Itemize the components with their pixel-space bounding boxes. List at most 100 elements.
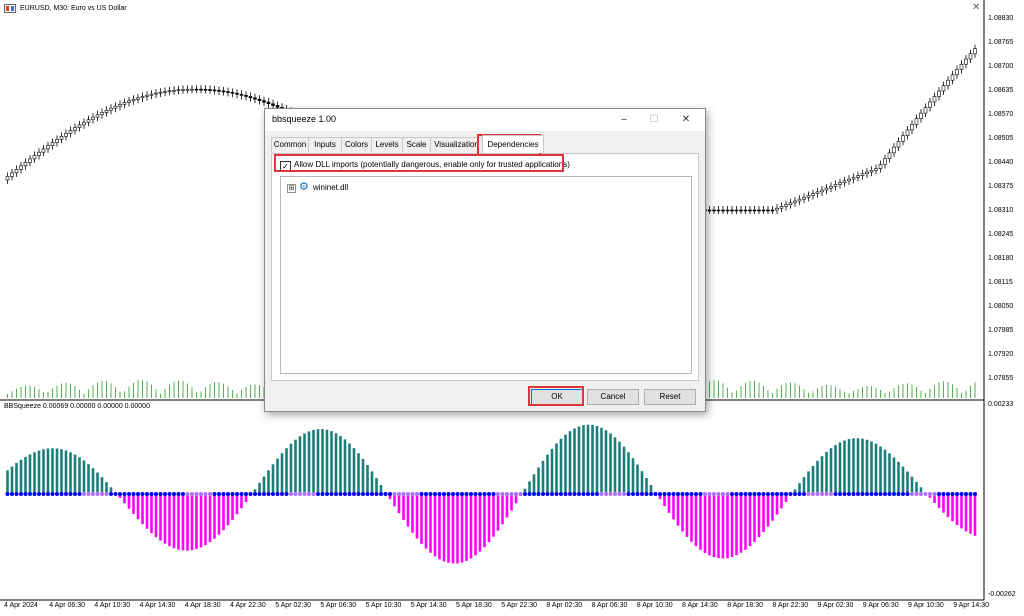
candle-body — [104, 109, 109, 113]
squeeze-dot — [919, 492, 923, 496]
squeeze-dot — [586, 492, 590, 496]
squeeze-dot — [572, 492, 577, 496]
candle-body — [226, 91, 230, 93]
squeeze-dot — [653, 492, 658, 496]
candle-body — [779, 206, 784, 209]
dialog-titlebar[interactable]: bbsqueeze 1.00 – ☐ ✕ — [265, 109, 705, 131]
squeeze-dot — [698, 492, 703, 496]
squeeze-dot — [194, 492, 199, 496]
squeeze-dot — [172, 492, 176, 496]
squeeze-dot — [473, 492, 478, 496]
squeeze-dot — [266, 492, 271, 496]
allow-dll-checkbox[interactable]: ✓ — [280, 161, 291, 172]
squeeze-dot — [856, 492, 860, 496]
time-axis-label: 8 Apr 10:30 — [636, 602, 673, 609]
candle-body — [770, 209, 775, 212]
squeeze-dot — [968, 492, 973, 496]
tab-colors[interactable]: Colors — [341, 137, 372, 152]
squeeze-dot — [743, 492, 748, 496]
chart-close-icon[interactable]: ✕ — [972, 2, 980, 13]
candle-body — [716, 209, 721, 212]
time-axis-label: 5 Apr 02:30 — [275, 602, 311, 609]
chart-symbol-caption: EURUSD, M30: Euro vs US Dollar — [20, 5, 127, 12]
allow-dll-label[interactable]: Allow DLL imports (potentially dangerous… — [294, 160, 570, 169]
time-axis-label: 9 Apr 02:30 — [817, 602, 854, 609]
squeeze-dot — [298, 492, 302, 496]
tab-levels[interactable]: Levels — [371, 137, 403, 152]
squeeze-dot — [595, 492, 599, 496]
squeeze-dot — [694, 492, 698, 496]
squeeze-dot — [901, 492, 905, 496]
candle-body — [964, 58, 968, 65]
candle-body — [856, 175, 860, 178]
candle-body — [874, 168, 878, 171]
candle-body — [955, 69, 959, 76]
squeeze-dot — [154, 492, 158, 496]
tab-visualization[interactable]: Visualization — [430, 137, 483, 152]
squeeze-dot — [23, 492, 28, 496]
squeeze-dot — [568, 492, 572, 496]
squeeze-dot — [329, 492, 334, 496]
squeeze-dot — [838, 492, 842, 496]
tab-inputs[interactable]: Inputs — [308, 137, 342, 152]
squeeze-dot — [374, 492, 379, 496]
candle-body — [86, 119, 91, 123]
squeeze-dot — [46, 492, 50, 496]
squeeze-dot — [325, 492, 329, 496]
candle-body — [865, 171, 869, 175]
ok-button[interactable]: OK — [531, 389, 583, 405]
candle-body — [149, 93, 154, 96]
squeeze-dot — [64, 492, 68, 496]
squeeze-dot — [428, 492, 433, 496]
candle-body — [244, 95, 248, 97]
squeeze-dot — [320, 492, 325, 496]
candle-body — [122, 102, 127, 105]
maximize-icon[interactable]: ☐ — [643, 111, 665, 129]
candle-body — [928, 101, 932, 108]
tab-dependencies[interactable]: Dependencies — [482, 135, 544, 153]
squeeze-dot — [631, 492, 635, 496]
tab-scale[interactable]: Scale — [402, 137, 431, 152]
candle-body — [815, 191, 820, 194]
squeeze-dot — [437, 492, 442, 496]
price-axis-label: 1.07855 — [988, 375, 1014, 382]
squeeze-dot — [491, 492, 496, 496]
price-axis-label: 1.08050 — [988, 303, 1014, 310]
candle-body — [73, 127, 77, 131]
minimize-icon[interactable]: – — [613, 111, 635, 129]
time-axis-label: 5 Apr 10:30 — [365, 602, 402, 609]
squeeze-dot — [446, 492, 451, 496]
time-axis-label: 8 Apr 18:30 — [727, 602, 763, 609]
candle-body — [28, 158, 32, 163]
price-axis-label: 1.07985 — [988, 327, 1014, 334]
candle-body — [37, 151, 41, 156]
squeeze-dot — [554, 492, 559, 496]
squeeze-dot — [500, 492, 505, 496]
squeeze-dot — [356, 492, 361, 496]
squeeze-dot — [757, 492, 761, 496]
squeeze-dot — [775, 492, 779, 496]
time-axis-label: 9 Apr 06:30 — [862, 602, 899, 609]
squeeze-dot — [887, 492, 892, 496]
candle-body — [937, 90, 941, 97]
squeeze-dot — [527, 492, 532, 496]
candle-body — [896, 141, 901, 148]
squeeze-dot — [536, 492, 541, 496]
candle-body — [82, 121, 86, 126]
candle-body — [41, 148, 46, 153]
squeeze-dot — [928, 492, 932, 496]
candle-body — [167, 90, 172, 93]
squeeze-dot — [433, 492, 437, 496]
dependencies-tree[interactable]: ⊞ ⚙ wininet.dll — [280, 176, 692, 374]
squeeze-dot — [896, 492, 901, 496]
cancel-button[interactable]: Cancel — [587, 389, 639, 405]
reset-button[interactable]: Reset — [644, 389, 696, 405]
close-icon[interactable]: ✕ — [675, 111, 697, 129]
squeeze-dot — [140, 492, 145, 496]
squeeze-dot — [685, 492, 689, 496]
candle-body — [266, 101, 271, 105]
tab-common[interactable]: Common — [271, 137, 309, 152]
expand-icon[interactable]: ⊞ — [287, 184, 296, 193]
squeeze-dot — [703, 492, 707, 496]
squeeze-dot — [455, 492, 460, 496]
